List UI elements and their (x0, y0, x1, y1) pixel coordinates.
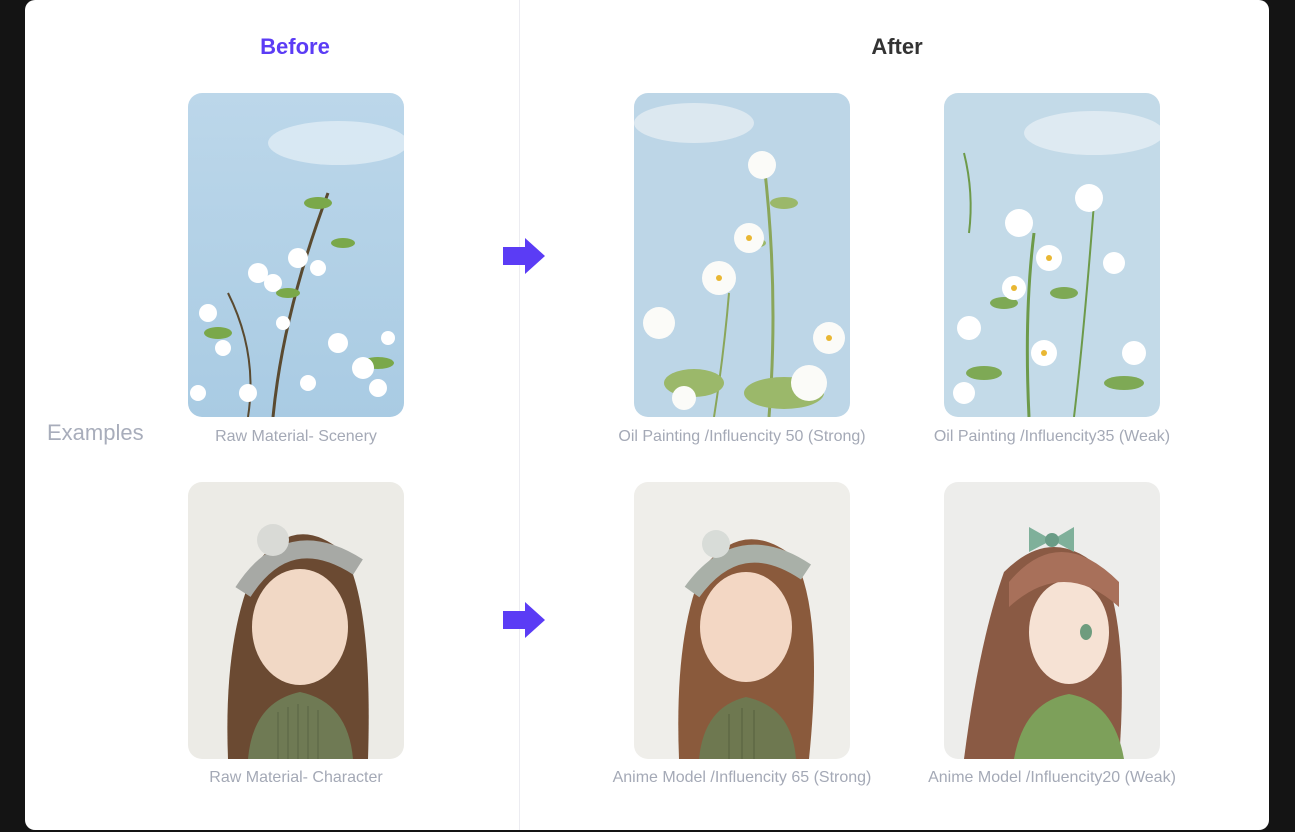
arrow-right-icon (503, 238, 545, 274)
arrow-right-icon (503, 602, 545, 638)
caption-scenery-oil-strong: Oil Painting /Influencity 50 (Strong) (618, 428, 866, 445)
column-divider (519, 0, 520, 830)
caption-scenery-oil-weak: Oil Painting /Influencity35 (Weak) (933, 428, 1171, 445)
examples-label: Examples (47, 420, 144, 445)
character-anime-strong-image (634, 482, 850, 759)
comparison-panel: Before After Examples Raw Material- Scen… (25, 0, 1269, 830)
scenery-raw-image (188, 93, 404, 417)
scenery-oil-weak-image (944, 93, 1160, 417)
character-raw-image (188, 482, 404, 759)
caption-character-raw: Raw Material- Character (209, 769, 383, 786)
caption-scenery-raw: Raw Material- Scenery (215, 428, 377, 445)
caption-character-anime-weak: Anime Model /Influencity20 (Weak) (928, 769, 1176, 786)
after-heading: After (871, 34, 923, 59)
before-heading: Before (260, 34, 330, 59)
character-anime-weak-image (944, 482, 1160, 759)
scenery-oil-strong-image (634, 93, 850, 417)
caption-character-anime-strong: Anime Model /Influencity 65 (Strong) (612, 769, 872, 786)
